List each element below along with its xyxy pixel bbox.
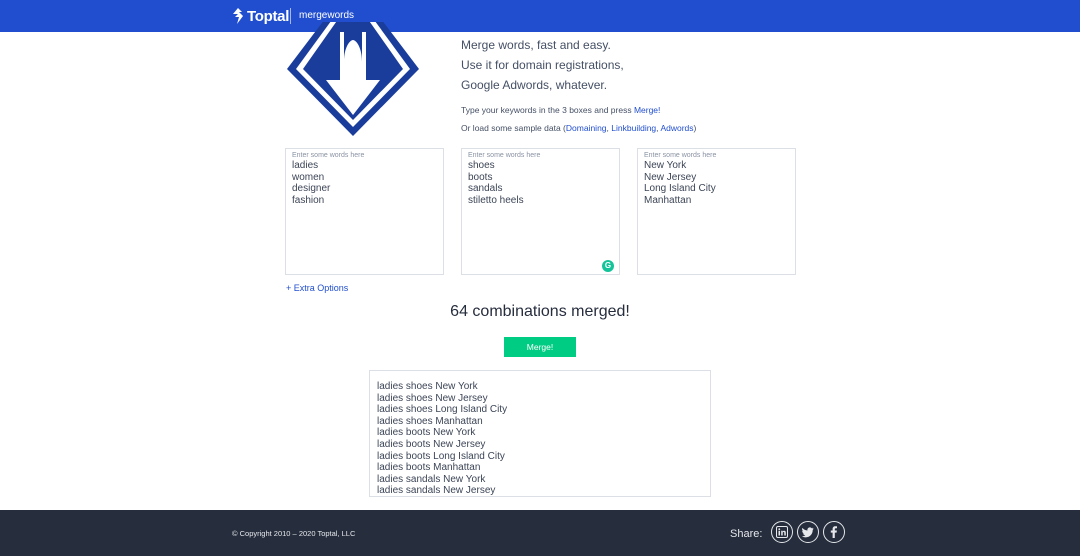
share-label: Share: xyxy=(730,528,763,540)
twitter-icon xyxy=(802,527,814,538)
facebook-share-button[interactable] xyxy=(823,521,845,543)
mergewords-logo xyxy=(284,22,422,138)
page-footer: © Copyright 2010 – 2020 Toptal, LLC Shar… xyxy=(0,510,1080,556)
output-line: ladies shoes Long Island City xyxy=(377,404,508,416)
tagline-2: Use it for domain registrations, xyxy=(461,58,624,72)
intro-section: Merge words, fast and easy. Use it for d… xyxy=(461,35,861,134)
instruction-text: Type your keywords in the 3 boxes and pr… xyxy=(461,105,661,115)
output-line: ladies shoes New Jersey xyxy=(377,392,488,404)
merge-link[interactable]: Merge! xyxy=(634,105,660,115)
toptal-logo-icon xyxy=(233,8,243,24)
linkedin-share-button[interactable] xyxy=(771,521,793,543)
tagline-3: Google Adwords, whatever. xyxy=(461,78,608,92)
copyright-text: © Copyright 2010 – 2020 Toptal, LLC xyxy=(232,529,356,538)
sample-linkbuilding-link[interactable]: Linkbuilding xyxy=(611,123,656,133)
output-line: ladies sandals New York xyxy=(377,473,486,485)
keywords-textarea-2[interactable]: Enter some words here shoes boots sandal… xyxy=(461,148,620,275)
toptal-logo-link[interactable]: Toptal xyxy=(232,7,289,25)
keywords-textarea-3[interactable]: Enter some words here New York New Jerse… xyxy=(637,148,796,275)
sample-data-text: Or load some sample data (Domaining, Lin… xyxy=(461,123,697,133)
facebook-icon xyxy=(830,526,837,538)
extra-options-link[interactable]: + Extra Options xyxy=(286,283,348,293)
merge-button[interactable]: Merge! xyxy=(504,337,576,357)
textarea-value: shoes boots sandals stiletto heels xyxy=(468,160,524,206)
app-name[interactable]: mergewords xyxy=(299,10,354,21)
output-line: ladies boots Long Island City xyxy=(377,450,505,462)
output-line: ladies shoes Manhattan xyxy=(377,415,483,427)
brand-name: Toptal xyxy=(247,7,290,25)
output-line: ladies shoes New York xyxy=(377,381,478,392)
grammarly-icon[interactable]: G xyxy=(602,260,614,272)
textarea-placeholder: Enter some words here xyxy=(292,152,365,159)
sample-domaining-link[interactable]: Domaining xyxy=(566,123,607,133)
textarea-placeholder: Enter some words here xyxy=(468,152,541,159)
textarea-value: ladies women designer fashion xyxy=(292,160,331,206)
twitter-share-button[interactable] xyxy=(797,521,819,543)
output-line: ladies boots Manhattan xyxy=(377,462,481,474)
merged-output-textarea[interactable]: ladies shoes New York ladies shoes New J… xyxy=(369,370,711,497)
output-line: ladies boots New Jersey xyxy=(377,439,486,450)
sample-adwords-link[interactable]: Adwords xyxy=(660,123,693,133)
textarea-placeholder: Enter some words here xyxy=(644,152,717,159)
textarea-value: New York New Jersey Long Island City Man… xyxy=(644,160,716,206)
output-line: ladies sandals New Jersey xyxy=(377,485,496,497)
output-line: ladies boots New York xyxy=(377,427,476,439)
top-header: Toptal mergewords xyxy=(0,0,1080,32)
tagline-1: Merge words, fast and easy. xyxy=(461,38,611,52)
result-count-heading: 64 combinations merged! xyxy=(450,303,630,320)
linkedin-icon xyxy=(776,526,788,538)
keywords-textarea-1[interactable]: Enter some words here ladies women desig… xyxy=(285,148,444,275)
